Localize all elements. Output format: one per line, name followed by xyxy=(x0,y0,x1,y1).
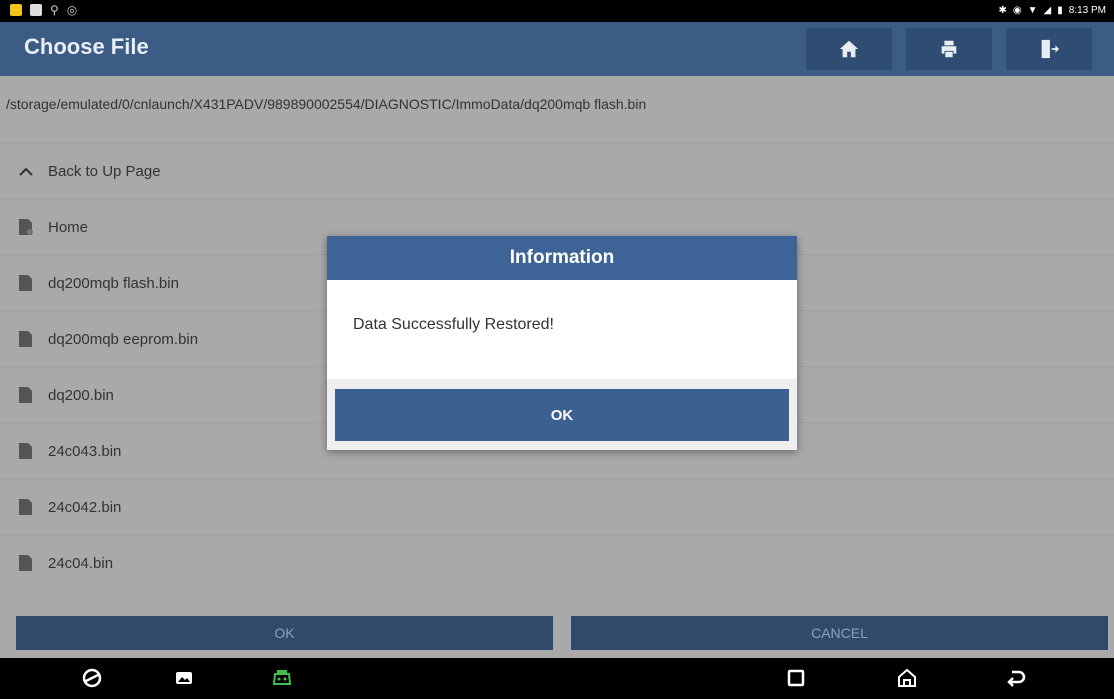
dialog-footer: OK xyxy=(327,379,797,450)
modal-overlay: Information Data Successfully Restored! … xyxy=(0,0,1114,658)
navigation-bar xyxy=(0,658,1114,699)
back-icon[interactable] xyxy=(1004,666,1028,690)
gallery-icon[interactable] xyxy=(172,666,196,690)
dialog-ok-button[interactable]: OK xyxy=(335,389,789,441)
home-icon[interactable] xyxy=(895,666,919,690)
dialog-title: Information xyxy=(327,236,797,280)
information-dialog: Information Data Successfully Restored! … xyxy=(327,236,797,450)
browser-icon[interactable] xyxy=(80,666,104,690)
dialog-message: Data Successfully Restored! xyxy=(353,316,554,333)
diagnostic-app-icon[interactable] xyxy=(270,666,294,690)
recents-icon[interactable] xyxy=(784,666,808,690)
